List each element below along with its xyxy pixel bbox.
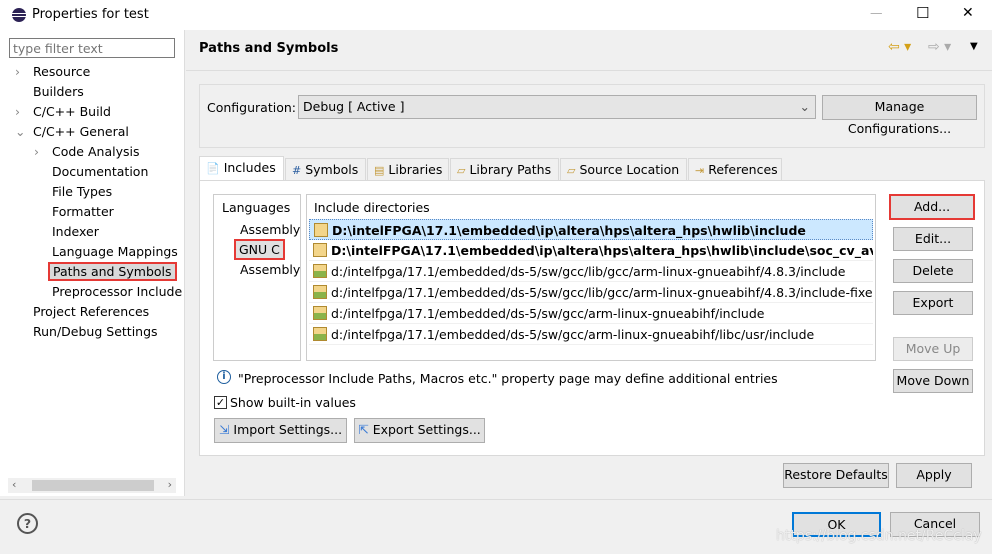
include-row[interactable]: D:\intelFPGA\17.1\embedded\ip\altera\hps… [309, 240, 873, 261]
eclipse-icon [12, 8, 26, 22]
sidebar-item-label: Resource [33, 64, 91, 79]
sidebar-item[interactable]: Project References [29, 304, 153, 319]
sidebar-item-label: Indexer [52, 224, 99, 239]
sidebar-item-label: Language Mappings [52, 244, 178, 259]
configuration-select[interactable]: Debug [ Active ] ⌄ [298, 95, 816, 119]
sidebar-item[interactable]: Indexer [48, 224, 103, 239]
close-button[interactable]: ✕ [962, 5, 974, 21]
include-row[interactable]: d:/intelfpga/17.1/embedded/ds-5/sw/gcc/l… [309, 282, 873, 303]
sidebar-item[interactable]: Builders [29, 84, 88, 99]
languages-list[interactable]: Languages Assembly GNU C Assembly [213, 194, 301, 361]
sidebar-item-label: Run/Debug Settings [33, 324, 158, 339]
sidebar-item[interactable]: ⌄ C/C++ General [15, 124, 133, 139]
sidebar-item[interactable]: Run/Debug Settings [29, 324, 162, 339]
import-settings-button[interactable]: ⇲ Import Settings... [214, 418, 347, 443]
manage-configurations-button[interactable]: Manage Configurations... [822, 95, 977, 136]
include-row[interactable]: d:/intelfpga/17.1/embedded/ds-5/sw/gcc/l… [309, 261, 873, 282]
horizontal-scrollbar[interactable]: ‹ › [8, 478, 176, 493]
info-icon: i [217, 370, 231, 384]
sidebar-item[interactable]: Paths and Symbols [48, 262, 177, 281]
tab-source-location[interactable]: ▱ Source Location [560, 158, 687, 180]
add-button[interactable]: Add... [889, 194, 975, 220]
chevron-icon[interactable]: › [15, 64, 20, 79]
sidebar-item[interactable]: Language Mappings [48, 244, 182, 259]
sidebar: › Resource Builders › C/C++ Build ⌄ C/C++ Gene… [0, 30, 185, 496]
sidebar-item-label: File Types [52, 184, 113, 199]
forward-icon[interactable]: ⇨ ▾ [928, 39, 951, 55]
include-directories-header: Include directories [314, 200, 430, 215]
tab-icon: ⇥ [695, 164, 705, 177]
move-down-button[interactable]: Move Down [893, 369, 973, 393]
tab-icon: # [292, 164, 302, 177]
include-directories-list[interactable]: Include directories D:\intelFPGA\17.1\em… [306, 194, 876, 361]
sidebar-item-label: Formatter [52, 204, 114, 219]
builtin-folder-icon [313, 306, 327, 320]
languages-header: Languages [222, 200, 291, 215]
help-button[interactable]: ? [17, 513, 38, 534]
chevron-icon[interactable]: › [34, 144, 39, 159]
sidebar-item[interactable]: › Resource [15, 64, 94, 79]
sidebar-item-label: Builders [33, 84, 84, 99]
tab-libraries[interactable]: ▤ Libraries [367, 158, 449, 180]
include-row[interactable]: D:\intelFPGA\17.1\embedded\ip\altera\hps… [309, 219, 873, 240]
watermark: https://blog.csdn.net/ReCclay [776, 528, 982, 544]
tab-symbols[interactable]: # Symbols [285, 158, 366, 180]
page-title: Paths and Symbols [199, 41, 339, 56]
sidebar-item-label: Paths and Symbols [48, 262, 177, 281]
sidebar-item[interactable]: › C/C++ Build [15, 104, 115, 119]
sidebar-item[interactable]: File Types [48, 184, 116, 199]
tab-includes[interactable]: 📄 Includes [199, 156, 284, 181]
sidebar-item[interactable]: › Code Analysis [34, 144, 143, 159]
move-up-button[interactable]: Move Up [893, 337, 973, 361]
tab-references[interactable]: ⇥ References [688, 158, 782, 180]
delete-button[interactable]: Delete [893, 259, 973, 283]
tab-panel: Languages Assembly GNU C Assembly Includ… [199, 180, 985, 456]
window-title: Properties for test [32, 7, 149, 22]
apply-button[interactable]: Apply [896, 463, 972, 488]
chevron-down-icon: ⌄ [799, 99, 810, 114]
tab-icon: 📄 [206, 162, 220, 175]
builtin-folder-icon [313, 327, 327, 341]
view-menu-icon[interactable]: ▼ [970, 41, 978, 52]
chevron-icon[interactable]: ⌄ [15, 124, 25, 139]
restore-defaults-button[interactable]: Restore Defaults [783, 463, 889, 488]
include-folder-icon [314, 223, 328, 237]
include-row[interactable]: d:/intelfpga/17.1/embedded/ds-5/sw/gcc/a… [309, 324, 873, 345]
export-button[interactable]: Export [893, 291, 973, 315]
chevron-icon[interactable]: › [15, 104, 20, 119]
edit-button[interactable]: Edit... [893, 227, 973, 251]
language-item[interactable]: Assembly [240, 262, 300, 277]
show-builtin-label: Show built-in values [230, 395, 356, 410]
tab-library-paths[interactable]: ▱ Library Paths [450, 158, 559, 180]
tab-icon: ▤ [374, 164, 385, 177]
sidebar-item-label: Project References [33, 304, 150, 319]
sidebar-item-label: Documentation [52, 164, 149, 179]
sidebar-item-label: Preprocessor Include [52, 284, 183, 299]
export-settings-button[interactable]: ⇱ Export Settings... [354, 418, 485, 443]
tab-icon: ▱ [457, 164, 466, 177]
sidebar-item-label: C/C++ General [33, 124, 129, 139]
builtin-folder-icon [313, 264, 327, 278]
include-row[interactable]: d:/intelfpga/17.1/embedded/ds-5/sw/gcc/a… [309, 303, 873, 324]
maximize-button[interactable]: ☐ [916, 4, 929, 22]
show-builtin-checkbox[interactable]: ✓ [214, 396, 227, 409]
minimize-button[interactable]: — [870, 5, 883, 20]
back-icon[interactable]: ⇦ ▾ [888, 39, 911, 55]
filter-input[interactable] [9, 38, 175, 58]
sidebar-item-label: Code Analysis [52, 144, 140, 159]
include-folder-icon [313, 243, 327, 257]
tab-icon: ▱ [567, 164, 576, 177]
sidebar-item[interactable]: Preprocessor Include [48, 284, 186, 299]
sidebar-item[interactable]: Formatter [48, 204, 118, 219]
info-text: "Preprocessor Include Paths, Macros etc.… [238, 371, 778, 386]
builtin-folder-icon [313, 285, 327, 299]
language-item-selected[interactable]: GNU C [234, 239, 285, 260]
configuration-label: Configuration: [207, 100, 296, 115]
sidebar-item[interactable]: Documentation [48, 164, 152, 179]
language-item[interactable]: Assembly [240, 222, 300, 237]
sidebar-item-label: C/C++ Build [33, 104, 111, 119]
title-bar: Properties for test — ☐ ✕ [0, 0, 992, 30]
configuration-group: Configuration: Debug [ Active ] ⌄ Manage… [199, 84, 985, 148]
